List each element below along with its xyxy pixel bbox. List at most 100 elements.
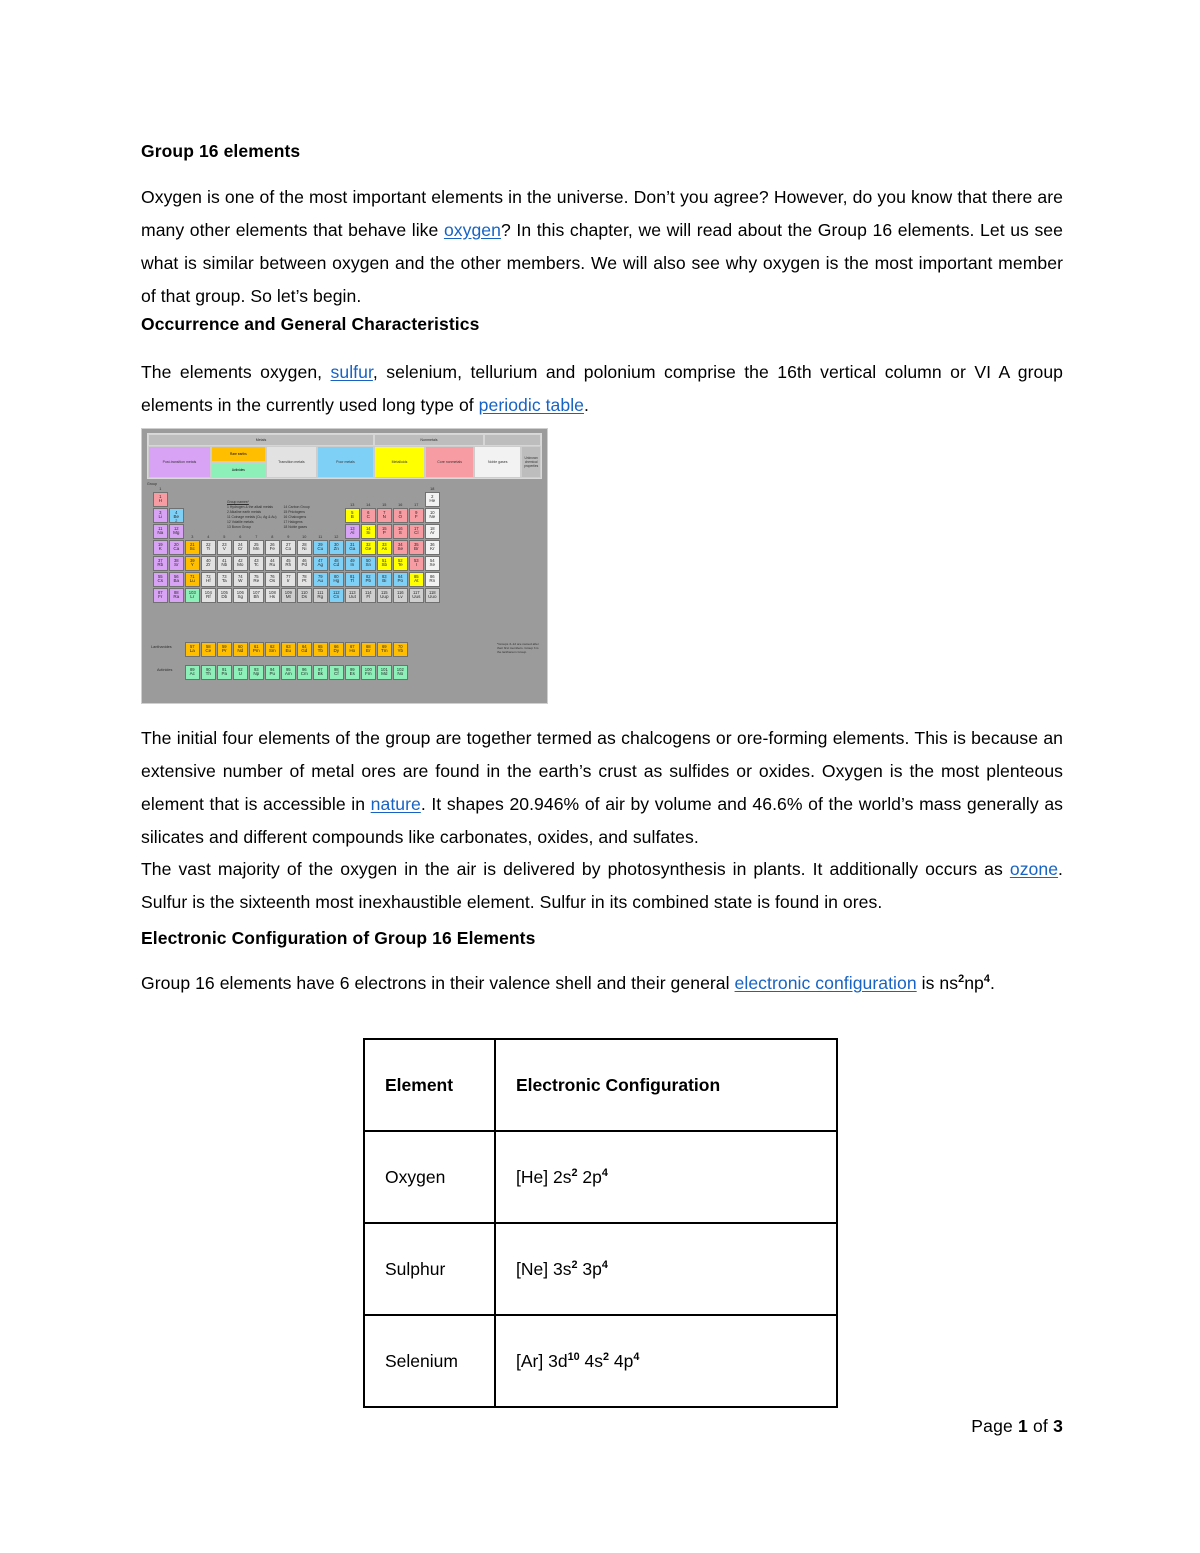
element-cell: 30 Zn [329,540,344,555]
table-row: Sulphur [Ne] 3s2 3p4 [363,1222,838,1316]
element-symbol: W [238,577,243,583]
element-symbol: O [398,513,403,519]
element-symbol: Sc [189,545,195,551]
element-cell: 10 Ne [425,508,440,523]
footer-prefix: Page [971,1416,1018,1436]
element-cell: 56 Ba [169,572,184,587]
element-symbol: Ar [430,529,435,535]
element-cell: 22 Ti [201,540,216,555]
element-symbol: Fr [158,593,163,599]
element-symbol: Ds [301,593,308,599]
group-number-label: 2 [175,519,178,523]
element-cell: 31 Ga [345,540,360,555]
element-cell: 107 Bh [249,588,264,603]
element-cell: 23 V [217,540,232,555]
actinide-cell: 99 Es [345,665,360,680]
legend-poor-metals: Poor metals [316,446,374,478]
occurrence-paragraph: The elements oxygen, sulfur, selenium, t… [141,356,1063,422]
element-symbol: Al [350,529,355,535]
element-symbol: Ta [221,577,227,583]
p5-text-d: . [989,973,995,993]
lanthanide-cell: 69 Tm [377,642,392,657]
element-symbol: P [382,529,386,535]
element-symbol: Ru [269,561,276,567]
element-cell: 38 Sr [169,556,184,571]
element-cell: 115 Uup [377,588,392,603]
element-cell: 11 Na [153,524,168,539]
element-symbol: Uus [412,593,421,599]
actinide-cell: 100 Fm [361,665,376,680]
periodic-table-legend: Metals Nonmetals Post-transition metals … [147,433,542,479]
element-cell: 41 Nb [217,556,232,571]
element-symbol: Li [158,513,163,519]
element-cell: 110 Ds [297,588,312,603]
element-symbol: Fm [364,670,372,676]
element-cell: 48 Cd [329,556,344,571]
element-symbol: Rg [317,593,324,599]
element-symbol: Mt [285,593,291,599]
link-electronic-configuration[interactable]: electronic configuration [735,973,917,993]
element-cell: 39 Y [185,556,200,571]
element-symbol: Ba [173,577,180,583]
element-symbol: Se [397,545,404,551]
group-number-label: 6 [239,535,242,539]
element-cell: 117 Uus [409,588,424,603]
element-symbol: As [381,545,387,551]
link-periodic-table[interactable]: periodic table [479,395,584,415]
legend-metals-header: Metals [148,434,374,447]
p2-text-c: . [584,395,589,415]
photosynthesis-paragraph: The vast majority of the oxygen in the a… [141,853,1063,919]
element-cell: 84 Po [393,572,408,587]
link-sulfur[interactable]: sulfur [331,362,373,382]
element-symbol: No [397,670,404,676]
link-oxygen[interactable]: oxygen [444,220,501,240]
element-cell: 43 Tc [249,556,264,571]
element-symbol: N [382,513,386,519]
p2-text-a: The elements oxygen, [141,362,331,382]
group-number-label: 11 [318,535,323,539]
table-row: Oxygen [He] 2s2 2p4 [363,1130,838,1224]
element-cell: 75 Re [249,572,264,587]
element-symbol: La [189,647,195,653]
element-symbol: Po [397,577,404,583]
element-cell: 54 Xe [425,556,440,571]
page-title: Group 16 elements [141,141,301,161]
element-symbol: F [414,513,418,519]
element-cell: 9F [409,508,424,523]
element-symbol: Lv [397,593,403,599]
element-symbol: Dy [333,647,340,653]
chalcogens-paragraph: The initial four elements of the group a… [141,722,1063,854]
element-cell: 17 Cl [409,524,424,539]
element-symbol: Yb [397,647,404,653]
link-nature[interactable]: nature [371,794,421,814]
element-symbol: Cm [300,670,308,676]
element-cell: 40 Zr [201,556,216,571]
element-cell: 20 Ca [169,540,184,555]
element-symbol: Re [253,577,260,583]
group-name-item: 18 Noble gases [283,524,308,529]
footer-current-page: 1 [1018,1416,1028,1436]
element-cell: 2 He [425,492,440,507]
footer-total-pages: 3 [1053,1416,1063,1436]
element-symbol: Ge [365,545,372,551]
element-cell: 25 Mn [249,540,264,555]
cell-element-name: Sulphur [363,1222,496,1316]
element-symbol: Ca [173,545,180,551]
element-symbol: Es [349,670,355,676]
element-symbol: Pd [301,561,308,567]
element-symbol: Zr [206,561,211,567]
link-ozone[interactable]: ozone [1010,859,1058,879]
legend-transition-metals: Transition metals [265,446,317,478]
group-number-label: 4 [207,535,210,539]
element-symbol: Zn [333,545,339,551]
element-cell: 114 Fl [361,588,376,603]
p5-text-a: Group 16 elements have 6 electrons in th… [141,973,735,993]
element-cell: 14 Si [361,524,376,539]
actinide-cell: 90 Th [201,665,216,680]
element-cell: 28 Ni [297,540,312,555]
element-symbol: Cf [334,670,339,676]
element-cell: 78 Pt [297,572,312,587]
group-number-label: 1 [159,487,162,491]
element-cell: 55 Cs [153,572,168,587]
actinide-cell: 89 Ac [185,665,200,680]
